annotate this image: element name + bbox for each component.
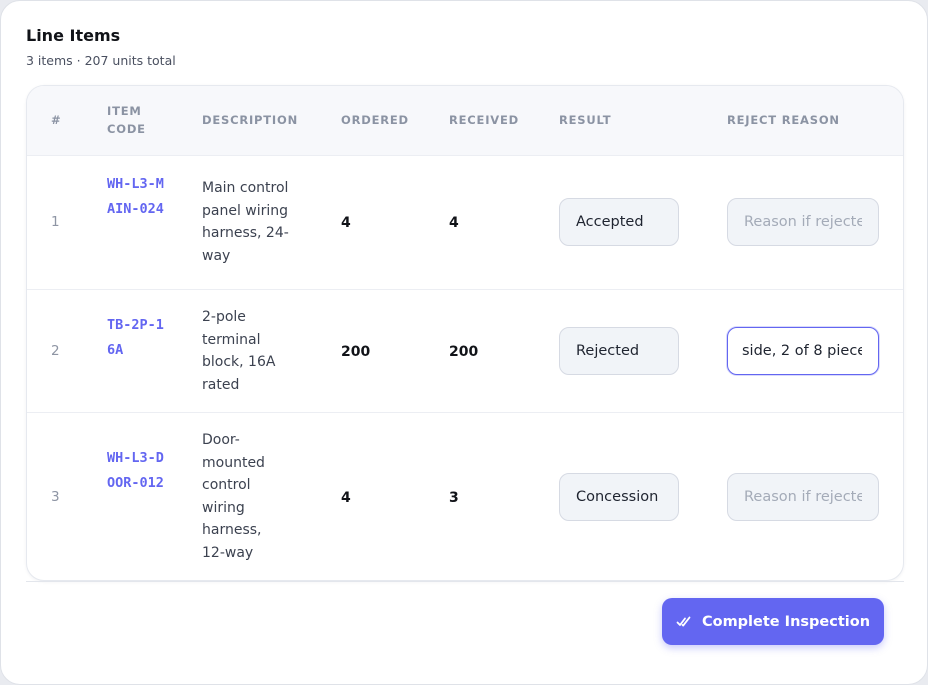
items-summary: 3 items · 207 units total <box>26 53 176 68</box>
row-index: 2 <box>51 343 60 359</box>
item-description: Door-mounted control wiring harness, 12-… <box>202 432 265 561</box>
column-header-ordered: ORDERED <box>341 113 409 127</box>
column-header-result: RESULT <box>559 113 612 127</box>
result-select[interactable] <box>559 473 679 521</box>
column-header-received: RECEIVED <box>449 113 519 127</box>
row-index: 1 <box>51 214 60 230</box>
line-items-table: # ITEM CODE DESCRIPTION ORDERED RECEIVED… <box>26 85 904 581</box>
reject-reason-input[interactable] <box>727 473 879 521</box>
column-header-index: # <box>51 113 62 127</box>
table-row: 2 TB-2P-16A 2-pole terminal block, 16A r… <box>27 289 903 412</box>
item-description: Main control panel wiring harness, 24-wa… <box>202 180 289 264</box>
result-select[interactable] <box>559 198 679 246</box>
reject-reason-input[interactable] <box>727 327 879 375</box>
received-qty: 200 <box>449 344 479 360</box>
result-select[interactable] <box>559 327 679 375</box>
double-check-icon <box>676 614 692 630</box>
reject-reason-input[interactable] <box>727 198 879 246</box>
ordered-qty: 4 <box>341 490 351 506</box>
item-code: TB-2P-16A <box>107 317 164 358</box>
ordered-qty: 200 <box>341 344 371 360</box>
ordered-qty: 4 <box>341 215 351 231</box>
table-row: 1 WH-L3-MAIN-024 Main control panel wiri… <box>27 155 903 289</box>
received-qty: 3 <box>449 490 459 506</box>
footer-divider <box>26 581 904 582</box>
section-title: Line Items <box>26 26 121 45</box>
column-header-item-code: ITEM CODE <box>107 104 146 136</box>
table-header: # ITEM CODE DESCRIPTION ORDERED RECEIVED… <box>27 86 903 155</box>
table-row: 3 WH-L3-DOOR-012 Door-mounted control wi… <box>27 412 903 580</box>
column-header-reject-reason: REJECT REASON <box>727 113 840 127</box>
item-code: WH-L3-MAIN-024 <box>107 176 164 217</box>
complete-inspection-button[interactable]: Complete Inspection <box>662 598 884 645</box>
complete-inspection-label: Complete Inspection <box>701 613 871 630</box>
line-items-card: Line Items 3 items · 207 units total # I… <box>0 0 928 685</box>
item-description: 2-pole terminal block, 16A rated <box>202 309 276 393</box>
column-header-description: DESCRIPTION <box>202 113 299 127</box>
received-qty: 4 <box>449 215 459 231</box>
row-index: 3 <box>51 489 60 505</box>
item-code: WH-L3-DOOR-012 <box>107 450 164 491</box>
